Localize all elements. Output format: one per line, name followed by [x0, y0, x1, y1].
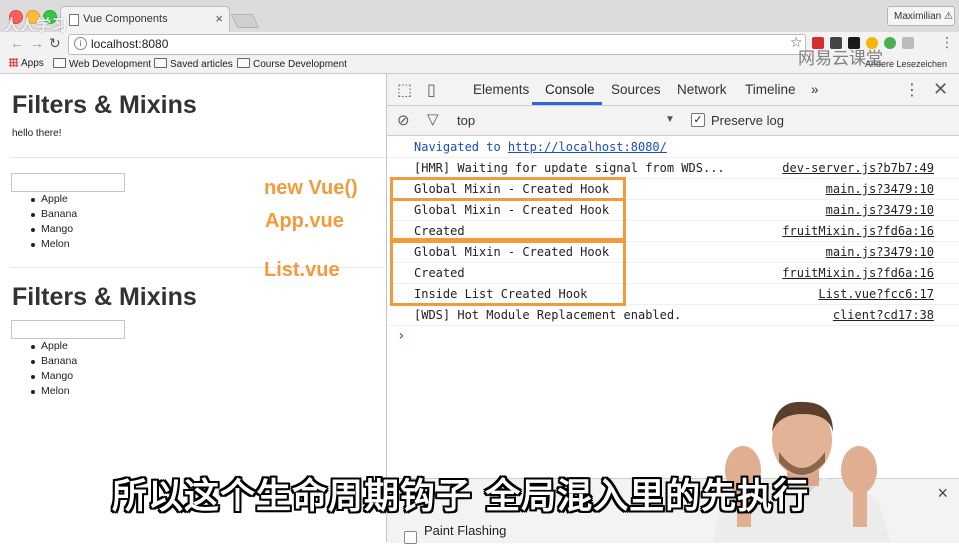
presenter-video — [713, 401, 891, 542]
new-tab-button[interactable] — [230, 14, 260, 28]
source-link[interactable]: main.js?3479:10 — [826, 245, 934, 259]
annotation-list-vue: List.vue — [264, 259, 340, 281]
apps-icon — [9, 58, 18, 67]
tab-timeline[interactable]: Timeline — [745, 82, 796, 97]
list-item: Mango — [29, 222, 77, 237]
folder-icon — [154, 58, 167, 68]
devtools-tabbar: ⬚ ▯ Elements Console Sources Network Tim… — [387, 74, 959, 106]
list-item: Apple — [29, 192, 77, 207]
filter-icon[interactable]: ▽ — [427, 110, 439, 128]
console-row: Navigated to http://localhost:8080/ — [387, 136, 959, 158]
video-subtitle: 所以这个生命周期钩子 全局混入里的先执行 — [112, 477, 810, 517]
list-item: Mango — [29, 369, 77, 384]
source-link[interactable]: fruitMixin.js?fd6a:16 — [782, 266, 934, 280]
navigated-url-link[interactable]: http://localhost:8080/ — [508, 140, 667, 154]
browser-chrome: Vue Components × Maximilian ⚠ ← → ↻ i lo… — [0, 0, 959, 74]
filter-input[interactable] — [11, 173, 125, 192]
info-icon[interactable]: i — [74, 37, 87, 50]
watermark-logo: 人人学习 — [4, 17, 69, 34]
annotation-app-vue: App.vue — [265, 210, 344, 232]
source-link[interactable]: fruitMixin.js?fd6a:16 — [782, 224, 934, 238]
list-item: Banana — [29, 354, 77, 369]
bookmark-saved-articles[interactable]: Saved articles — [154, 58, 233, 70]
tab-elements[interactable]: Elements — [473, 82, 529, 97]
watermark-text: 网易云课堂 — [798, 49, 883, 68]
forward-icon[interactable]: → — [30, 35, 44, 51]
fruit-list: Apple Banana Mango Melon — [29, 192, 77, 252]
source-link[interactable]: dev-server.js?b7b7:49 — [782, 161, 934, 175]
context-selector[interactable]: top — [457, 113, 475, 128]
tab-sources[interactable]: Sources — [611, 82, 661, 97]
annotation-new-vue: new Vue() — [264, 177, 358, 199]
address-bar[interactable]: i localhost:8080 — [68, 34, 806, 55]
navigated-message: Navigated to http://localhost:8080/ — [414, 140, 667, 154]
url-text: localhost:8080 — [91, 37, 169, 51]
page-icon — [69, 14, 79, 26]
clear-console-icon[interactable]: ⊘ — [397, 111, 410, 129]
tab-network[interactable]: Network — [677, 82, 727, 97]
tab-console[interactable]: Console — [545, 82, 595, 97]
close-devtools-icon[interactable]: ✕ — [933, 79, 948, 100]
profile-button[interactable]: Maximilian ⚠ — [887, 6, 955, 26]
highlight-box-app-vue — [390, 198, 626, 241]
divider — [10, 157, 385, 158]
console-message: [HMR] Waiting for update signal from WDS… — [414, 161, 725, 175]
bookmark-apps[interactable]: Apps — [9, 58, 44, 69]
folder-icon — [237, 58, 250, 68]
vue-devtools-icon[interactable] — [884, 37, 896, 49]
console-row: [HMR] Waiting for update signal from WDS… — [387, 157, 959, 179]
tab-strip: Vue Components × Maximilian ⚠ — [0, 0, 959, 33]
list-item: Melon — [29, 237, 77, 252]
browser-tab[interactable]: Vue Components × — [60, 6, 230, 33]
source-link[interactable]: main.js?3479:10 — [826, 203, 934, 217]
reload-icon[interactable]: ↻ — [49, 35, 61, 52]
bookmark-course-development[interactable]: Course Development — [237, 58, 347, 70]
highlight-box-list-vue — [390, 240, 626, 306]
active-tab-indicator — [532, 102, 602, 105]
tab-close-icon[interactable]: × — [215, 11, 223, 26]
list-item: Banana — [29, 207, 77, 222]
preserve-log-label: Preserve log — [711, 113, 784, 128]
paint-flashing-label: Paint Flashing — [424, 523, 507, 538]
console-toolbar: ⊘ ▽ top ▼ ✓ Preserve log — [387, 106, 959, 136]
console-message: [WDS] Hot Module Replacement enabled. — [414, 308, 682, 322]
more-tabs-icon[interactable]: » — [811, 82, 819, 97]
paint-flashing-checkbox[interactable] — [404, 531, 417, 544]
close-drawer-icon[interactable]: × — [937, 483, 948, 504]
bookmark-web-development[interactable]: Web Development — [53, 58, 151, 70]
fruit-list: Apple Banana Mango Melon — [29, 339, 77, 399]
folder-icon — [53, 58, 66, 68]
preserve-log-checkbox[interactable]: ✓ — [691, 113, 705, 127]
list-item: Melon — [29, 384, 77, 399]
puzzle-extension-icon[interactable] — [902, 37, 914, 49]
device-toolbar-icon[interactable]: ▯ — [427, 80, 436, 100]
context-dropdown-icon[interactable]: ▼ — [665, 114, 675, 125]
list-item: Apple — [29, 339, 77, 354]
menu-icon[interactable]: ⋮ — [940, 34, 954, 51]
list-component-title: Filters & Mixins — [12, 283, 197, 311]
devtools-menu-icon[interactable]: ⋮ — [904, 80, 920, 100]
source-link[interactable]: main.js?3479:10 — [826, 182, 934, 196]
page-title: Filters & Mixins — [12, 91, 197, 119]
inspect-element-icon[interactable]: ⬚ — [397, 80, 412, 100]
source-link[interactable]: List.vue?fcc6:17 — [818, 287, 934, 301]
source-link[interactable]: client?cd17:38 — [833, 308, 934, 322]
tab-title: Vue Components — [83, 13, 168, 25]
hello-text: hello there! — [12, 128, 62, 139]
filter-input[interactable] — [11, 320, 125, 339]
back-icon[interactable]: ← — [10, 35, 24, 51]
console-row: [WDS] Hot Module Replacement enabled. cl… — [387, 304, 959, 326]
console-prompt[interactable]: › — [397, 328, 405, 344]
